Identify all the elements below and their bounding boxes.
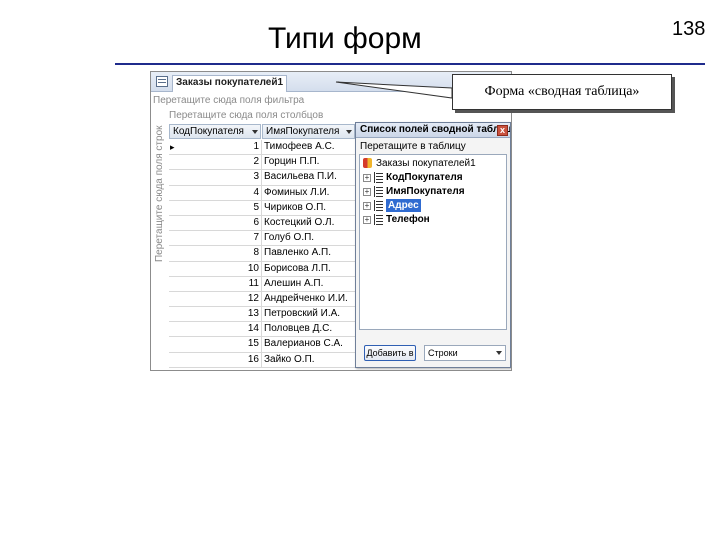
- table-row[interactable]: 14 Половцев Д.С.: [169, 322, 359, 338]
- expand-icon[interactable]: +: [363, 188, 371, 196]
- cell-name: Зайко О.П.: [264, 353, 315, 365]
- column-drop-zone[interactable]: Перетащите сюда поля столбцов: [169, 110, 323, 121]
- callout-label: Форма «сводная таблица»: [452, 74, 672, 110]
- field-header-name-label: ИмяПокупателя: [266, 126, 340, 137]
- table-row[interactable]: 2 Горцин П.П.: [169, 155, 359, 171]
- table-row[interactable]: 8 Павленко А.П.: [169, 246, 359, 262]
- tree-item-label: Адрес: [386, 199, 421, 212]
- cell-name: Валерианов С.А.: [264, 338, 343, 350]
- field-header-name[interactable]: ИмяПокупателя: [262, 124, 355, 139]
- field-list-title: Список полей сводной таблицы: [356, 123, 510, 138]
- form-tab-label[interactable]: Заказы покупателей1: [172, 75, 288, 92]
- expand-icon[interactable]: +: [363, 202, 371, 210]
- pivot-grid: ▸ 1 Тимофеев А.С. 2 Горцин П.П. 3 Васильева П.…: [169, 140, 359, 368]
- cell-name: Андрейченко И.И.: [264, 292, 348, 304]
- table-row[interactable]: 3 Васильева П.И.: [169, 170, 359, 186]
- field-list-hint: Перетащите в таблицу: [360, 141, 466, 152]
- field-list-title-text: Список полей сводной таблицы: [360, 124, 510, 135]
- cell-code: 14: [169, 322, 262, 338]
- table-row[interactable]: 15 Валерианов С.А.: [169, 337, 359, 353]
- cell-code: 13: [169, 307, 262, 323]
- tree-root-label: Заказы покупателей1: [376, 158, 476, 169]
- cell-name: Голуб О.П.: [264, 232, 315, 244]
- add-to-button[interactable]: Добавить в: [364, 345, 416, 361]
- cell-code: 15: [169, 337, 262, 353]
- field-icon: [374, 214, 383, 225]
- field-icon: [374, 200, 383, 211]
- title-rule: [115, 63, 705, 65]
- field-list-panel: Список полей сводной таблицы x Перетащит…: [355, 122, 511, 368]
- area-select-value: Строки: [428, 348, 458, 358]
- cell-code: 16: [169, 352, 262, 368]
- form-screenshot: Заказы покупателей1 Перетащите сюда поля…: [150, 71, 512, 371]
- table-icon: [363, 158, 372, 168]
- tree-item-label: КодПокупателя: [386, 172, 463, 183]
- cell-code: 8: [169, 246, 262, 262]
- field-header-code[interactable]: КодПокупателя: [169, 124, 261, 139]
- cell-code: 2: [169, 155, 262, 171]
- cell-code: 5: [169, 200, 262, 216]
- page-number: 138: [672, 18, 706, 40]
- field-icon: [374, 172, 383, 183]
- cell-name: Тимофеев А.С.: [264, 141, 335, 152]
- field-header-code-label: КодПокупателя: [173, 126, 244, 137]
- tree-item-label: Телефон: [386, 214, 430, 225]
- table-row[interactable]: 7 Голуб О.П.: [169, 231, 359, 247]
- field-tree: Заказы покупателей1 + КодПокупателя + Им…: [359, 154, 507, 330]
- table-row[interactable]: 4 Фоминых Л.И.: [169, 185, 359, 201]
- form-icon: [156, 76, 168, 87]
- table-row[interactable]: 12 Андрейченко И.И.: [169, 291, 359, 308]
- table-row[interactable]: ▸ 1 Тимофеев А.С.: [169, 140, 359, 156]
- cell-code: 3: [169, 170, 262, 186]
- cell-name: Петровский И.А.: [264, 308, 341, 320]
- row-drop-zone[interactable]: Перетащите сюда поля строк: [154, 122, 166, 262]
- slide-title: Типи форм: [268, 22, 422, 55]
- table-row[interactable]: 16 Зайко О.П.: [169, 352, 359, 368]
- table-row[interactable]: 13 Петровский И.А.: [169, 307, 359, 323]
- filter-drop-zone[interactable]: Перетащите сюда поля фильтра: [153, 95, 304, 106]
- cell-code: 10: [169, 261, 262, 277]
- cell-code: 7: [169, 231, 262, 247]
- cell-name: Фоминых Л.И.: [264, 186, 330, 198]
- cell-code: 12: [169, 291, 262, 307]
- cell-name: Павленко А.П.: [264, 247, 331, 259]
- field-icon: [374, 186, 383, 197]
- row-drop-zone-label: Перетащите сюда поля строк: [154, 125, 165, 262]
- table-row[interactable]: 10 Борисова Л.П.: [169, 261, 359, 277]
- dropdown-arrow-icon[interactable]: [346, 130, 352, 134]
- close-icon[interactable]: x: [497, 125, 508, 136]
- cell-name: Горцин П.П.: [264, 156, 320, 168]
- cell-code: 6: [169, 215, 262, 231]
- cell-code: 4: [169, 185, 262, 201]
- expand-icon[interactable]: +: [363, 216, 371, 224]
- area-select[interactable]: Строки: [424, 345, 506, 361]
- cell-name: Алешин А.П.: [264, 277, 324, 289]
- expand-icon[interactable]: +: [363, 174, 371, 182]
- cell-name: Чириков О.П.: [264, 201, 327, 213]
- cell-name: Борисова Л.П.: [264, 262, 331, 274]
- cell-code: 1: [169, 140, 262, 155]
- chevron-down-icon[interactable]: [496, 351, 502, 355]
- table-row[interactable]: 11 Алешин А.П.: [169, 276, 359, 292]
- cell-name: Половцев Д.С.: [264, 323, 333, 335]
- cell-code: 11: [169, 276, 262, 292]
- table-row[interactable]: 6 Костецкий О.Л.: [169, 215, 359, 232]
- dropdown-arrow-icon[interactable]: [252, 130, 258, 134]
- cell-name: Васильева П.И.: [264, 171, 337, 183]
- tree-item-label: ИмяПокупателя: [386, 186, 465, 197]
- table-row[interactable]: 5 Чириков О.П.: [169, 200, 359, 216]
- cell-name: Костецкий О.Л.: [264, 216, 335, 228]
